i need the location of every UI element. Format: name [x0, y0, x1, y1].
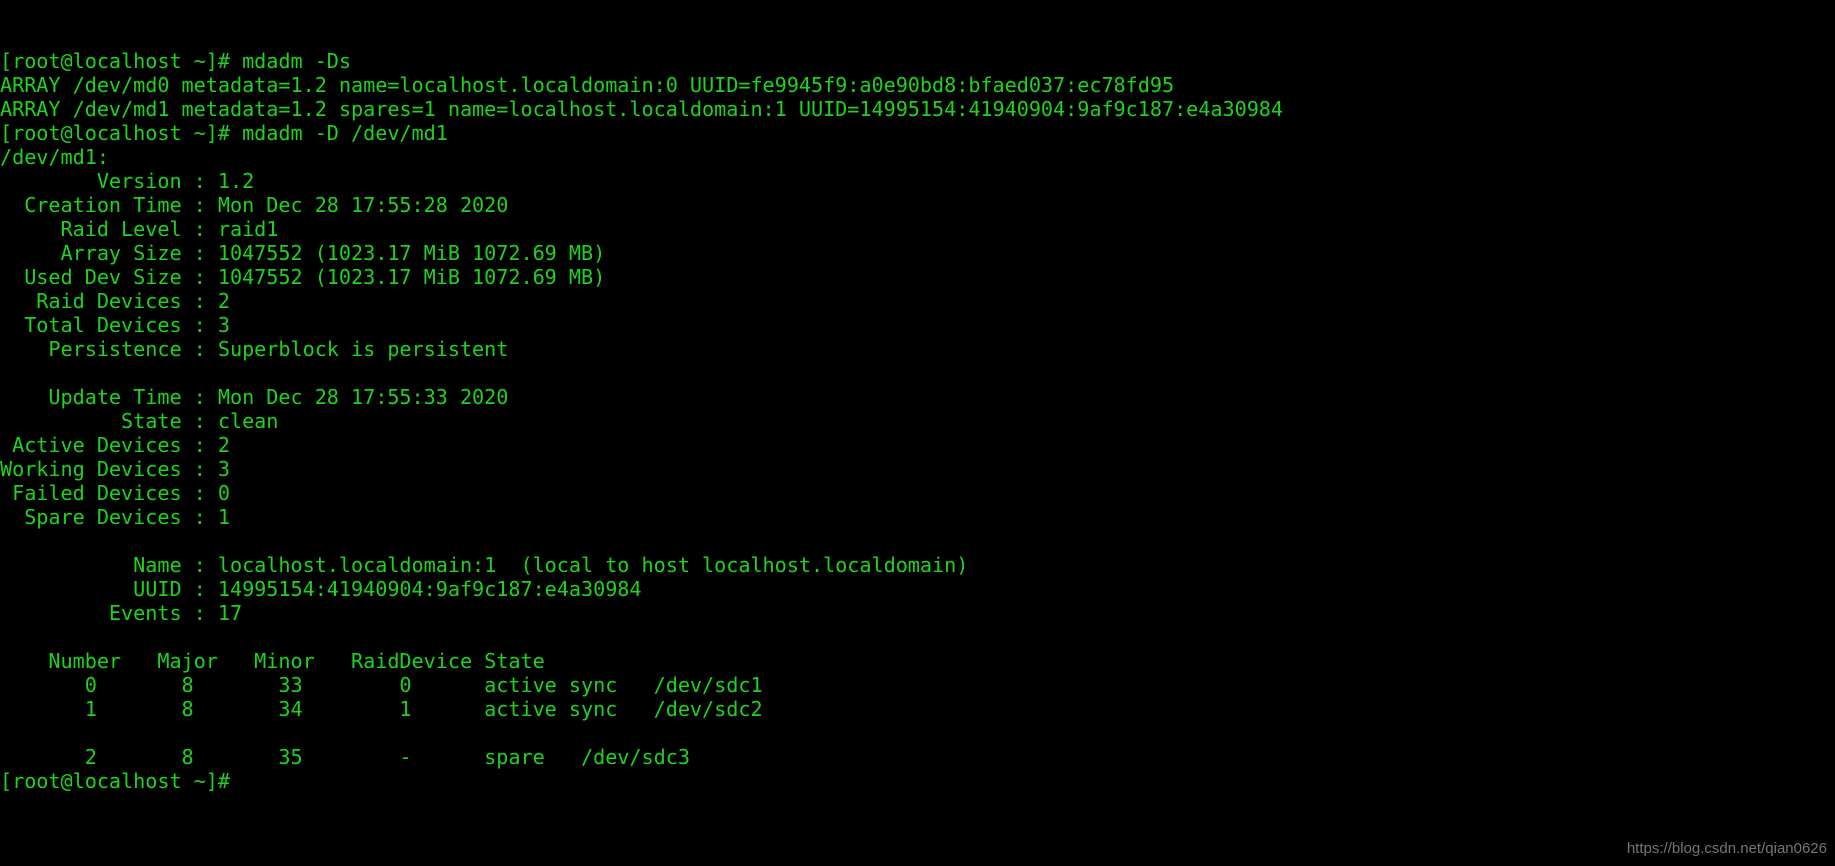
terminal-line: [root@localhost ~]# mdadm -D /dev/md1	[0, 121, 448, 145]
terminal-line: Working Devices : 3	[0, 457, 230, 481]
terminal-line: Events : 17	[0, 601, 243, 625]
terminal-line: Raid Devices : 2	[0, 289, 230, 313]
terminal-line: State : clean	[0, 409, 279, 433]
terminal-line: 0 8 33 0 active sync /dev/sdc1	[0, 673, 763, 697]
watermark-text: https://blog.csdn.net/qian0626	[1626, 840, 1827, 857]
terminal-line: Name : localhost.localdomain:1 (local to…	[0, 553, 969, 577]
terminal-line: 2 8 35 - spare /dev/sdc3	[0, 745, 690, 769]
terminal-line: 1 8 34 1 active sync /dev/sdc2	[0, 697, 763, 721]
terminal-line: Version : 1.2	[0, 169, 255, 193]
terminal-line: [root@localhost ~]#	[0, 769, 230, 793]
terminal-line: Active Devices : 2	[0, 433, 230, 457]
terminal-line: ARRAY /dev/md0 metadata=1.2 name=localho…	[0, 73, 1175, 97]
terminal-line: Array Size : 1047552 (1023.17 MiB 1072.6…	[0, 241, 606, 265]
terminal-line: ARRAY /dev/md1 metadata=1.2 spares=1 nam…	[0, 97, 1284, 121]
terminal-line: Spare Devices : 1	[0, 505, 230, 529]
terminal-line: Failed Devices : 0	[0, 481, 230, 505]
terminal-line: /dev/md1:	[0, 145, 109, 169]
terminal-line: Persistence : Superblock is persistent	[0, 337, 509, 361]
terminal-line: Number Major Minor RaidDevice State	[0, 649, 545, 673]
terminal-line: Creation Time : Mon Dec 28 17:55:28 2020	[0, 193, 509, 217]
terminal-line: Used Dev Size : 1047552 (1023.17 MiB 107…	[0, 265, 606, 289]
terminal-line: [root@localhost ~]# mdadm -Ds	[0, 49, 352, 73]
terminal-line: UUID : 14995154:41940904:9af9c187:e4a309…	[0, 577, 642, 601]
terminal-line: Raid Level : raid1	[0, 217, 279, 241]
terminal-line: Update Time : Mon Dec 28 17:55:33 2020	[0, 385, 509, 409]
terminal-window[interactable]: [root@localhost ~]# mdadm -Ds ARRAY /dev/…	[0, 0, 1835, 866]
terminal-output: [root@localhost ~]# mdadm -Ds ARRAY /dev/…	[0, 48, 1835, 793]
terminal-line: Total Devices : 3	[0, 313, 230, 337]
